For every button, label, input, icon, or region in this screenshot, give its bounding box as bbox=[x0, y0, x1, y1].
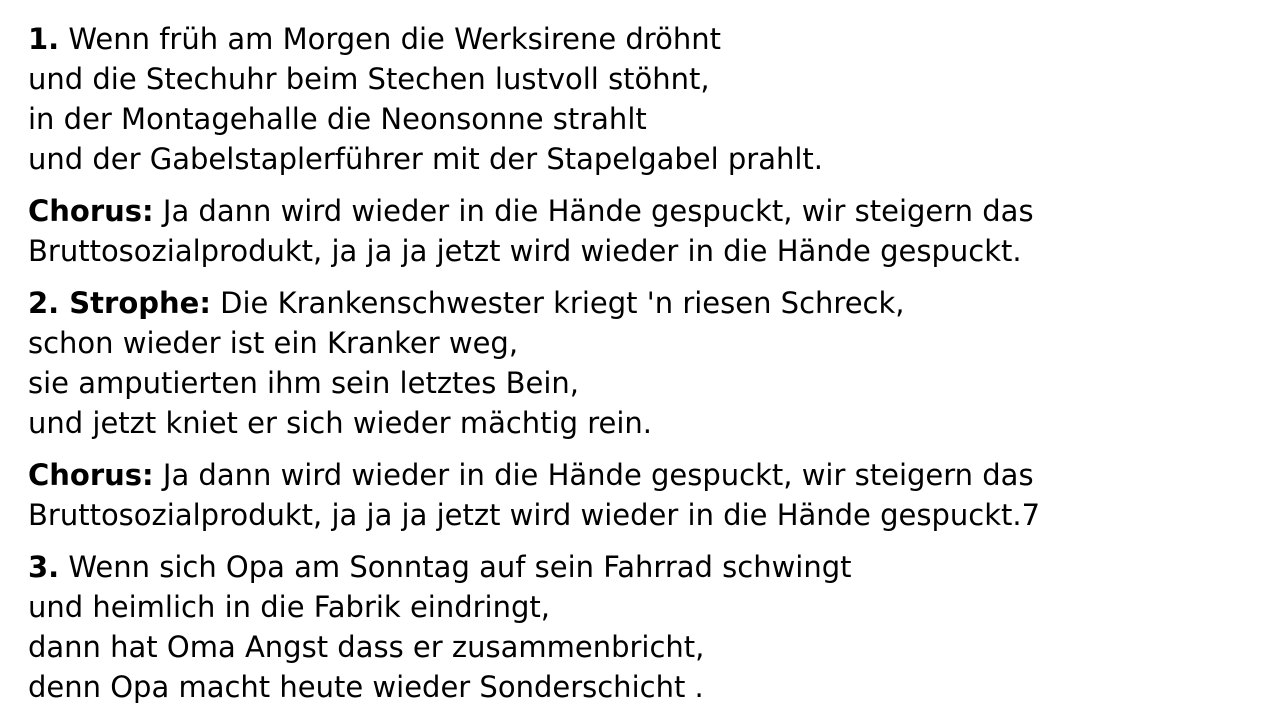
verse-1-label: 1. bbox=[28, 22, 60, 56]
verse-3-text: Wenn sich Opa am Sonntag auf sein Fahrra… bbox=[68, 550, 852, 584]
verse-1-text: Wenn früh am Morgen die Werksirene dröhn… bbox=[68, 22, 721, 56]
verse-2-line-1: 2. Strophe: Die Krankenschwester kriegt … bbox=[28, 283, 1268, 323]
verse-3: 3. Wenn sich Opa am Sonntag auf sein Fah… bbox=[28, 547, 1268, 707]
verse-3-line-4: denn Opa macht heute wieder Sonderschich… bbox=[28, 670, 704, 704]
verse-1-line-2: und die Stechuhr beim Stechen lustvoll s… bbox=[28, 62, 710, 96]
verse-1-line-3: in der Montagehalle die Neonsonne strahl… bbox=[28, 102, 647, 136]
verse-1: 1. Wenn früh am Morgen die Werksirene dr… bbox=[28, 19, 1268, 179]
chorus-2-text: Ja dann wird wieder in die Hände gespuck… bbox=[162, 458, 1034, 492]
chorus-1-line-1: Chorus: Ja dann wird wieder in die Hände… bbox=[28, 191, 1268, 231]
verse-3-label: 3. bbox=[28, 550, 60, 584]
chorus-2-line-1: Chorus: Ja dann wird wieder in die Hände… bbox=[28, 455, 1268, 495]
chorus-2-label: Chorus: bbox=[28, 458, 154, 492]
verse-2-text: Die Krankenschwester kriegt 'n riesen Sc… bbox=[220, 286, 905, 320]
verse-3-line-3: dann hat Oma Angst dass er zusammenbrich… bbox=[28, 630, 705, 664]
verse-3-line-1: 3. Wenn sich Opa am Sonntag auf sein Fah… bbox=[28, 547, 1268, 587]
chorus-2-line-2: Bruttosozialprodukt, ja ja ja jetzt wird… bbox=[28, 498, 1041, 532]
verse-2-line-3: sie amputierten ihm sein letztes Bein, bbox=[28, 366, 579, 400]
chorus-1-label: Chorus: bbox=[28, 194, 154, 228]
lyrics-slide: 1. Wenn früh am Morgen die Werksirene dr… bbox=[28, 19, 1268, 707]
verse-2: 2. Strophe: Die Krankenschwester kriegt … bbox=[28, 283, 1268, 443]
verse-2-line-2: schon wieder ist ein Kranker weg, bbox=[28, 326, 519, 360]
verse-2-label: 2. Strophe: bbox=[28, 286, 211, 320]
verse-1-line-4: und der Gabelstaplerführer mit der Stape… bbox=[28, 142, 824, 176]
chorus-1-line-2: Bruttosozialprodukt, ja ja ja jetzt wird… bbox=[28, 234, 1022, 268]
verse-2-line-4: und jetzt kniet er sich wieder mächtig r… bbox=[28, 406, 653, 440]
verse-3-line-2: und heimlich in die Fabrik eindringt, bbox=[28, 590, 550, 624]
chorus-1-text: Ja dann wird wieder in die Hände gespuck… bbox=[162, 194, 1034, 228]
chorus-1: Chorus: Ja dann wird wieder in die Hände… bbox=[28, 191, 1268, 271]
chorus-2: Chorus: Ja dann wird wieder in die Hände… bbox=[28, 455, 1268, 535]
verse-1-line-1: 1. Wenn früh am Morgen die Werksirene dr… bbox=[28, 19, 1268, 59]
